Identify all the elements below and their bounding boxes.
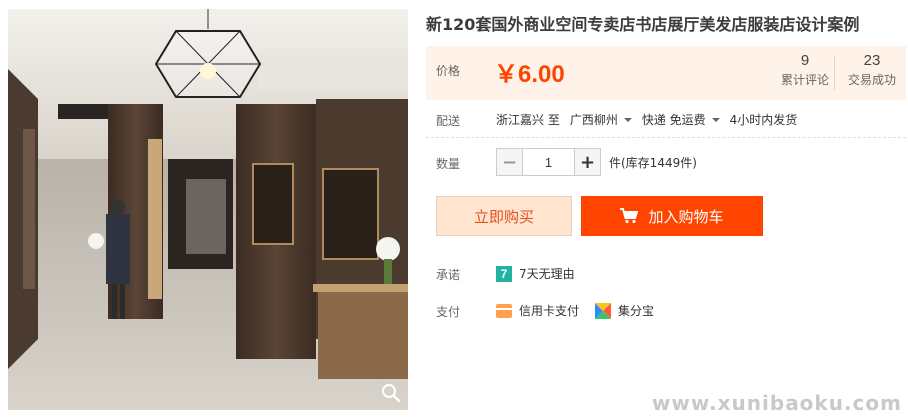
watermark: www.xunibaoku.com — [651, 391, 902, 415]
payment-option-label: 集分宝 — [618, 304, 655, 318]
ship-method-select[interactable]: 快递 免运费 — [642, 111, 720, 128]
reviews-stat[interactable]: 9 累计评论 — [776, 52, 834, 88]
stock-info: 件(库存1449件) — [609, 155, 697, 170]
chevron-down-icon — [711, 117, 720, 122]
buy-now-button[interactable]: 立即购买 — [436, 196, 572, 236]
payment-options: 信用卡支付 集分宝 — [496, 302, 670, 319]
chevron-down-icon — [623, 117, 632, 122]
product-image[interactable] — [8, 9, 408, 410]
divider — [426, 137, 906, 138]
reviews-count: 9 — [800, 52, 810, 69]
stats-divider — [834, 56, 835, 90]
zoom-icon[interactable] — [380, 382, 402, 404]
store-interior-illustration — [8, 9, 408, 410]
payment-label: 支付 — [436, 305, 461, 319]
cart-icon — [620, 208, 639, 224]
ship-method-label: 快递 免运费 — [641, 113, 706, 127]
promise-item[interactable]: 7 7天无理由 — [496, 265, 575, 282]
payment-jifenbao: 集分宝 — [595, 302, 654, 319]
price-label: 价格 — [436, 64, 461, 78]
sales-count: 23 — [863, 52, 881, 69]
seven-day-return-icon: 7 — [496, 265, 512, 282]
quantity-increase-button[interactable]: + — [574, 148, 601, 176]
ship-from: 浙江嘉兴 至 — [496, 113, 560, 127]
quantity-label: 数量 — [436, 157, 461, 171]
price-value: ￥6.00 — [494, 61, 565, 88]
reviews-label: 累计评论 — [780, 73, 829, 87]
sales-label: 交易成功 — [847, 73, 896, 87]
ship-to-label: 广西柳州 — [569, 113, 618, 127]
sales-stat: 23 交易成功 — [844, 52, 900, 88]
add-to-cart-button[interactable]: 加入购物车 — [581, 196, 763, 236]
payment-option-label: 信用卡支付 — [519, 304, 580, 318]
ship-dispatch: 4小时内发货 — [729, 113, 798, 127]
jifenbao-icon — [595, 302, 612, 319]
promise-label: 承诺 — [436, 268, 461, 282]
promise-text: 7天无理由 — [519, 267, 575, 281]
quantity-stepper: − 1 + 件(库存1449件) — [496, 148, 697, 176]
price-panel: 价格 ￥6.00 9 累计评论 23 交易成功 — [426, 46, 906, 100]
shipping-info: 浙江嘉兴 至 广西柳州 快递 免运费 4小时内发货 — [496, 111, 807, 128]
credit-card-icon — [496, 303, 512, 318]
quantity-decrease-button[interactable]: − — [496, 148, 523, 176]
payment-credit-card: 信用卡支付 — [496, 302, 579, 319]
quantity-input[interactable]: 1 — [523, 148, 574, 176]
product-title: 新120套国外商业空间专卖店书店展厅美发店服装店设计案例 — [426, 15, 860, 34]
shipping-label: 配送 — [436, 114, 461, 128]
add-to-cart-label: 加入购物车 — [648, 207, 724, 226]
ship-to-select[interactable]: 广西柳州 — [570, 111, 632, 128]
